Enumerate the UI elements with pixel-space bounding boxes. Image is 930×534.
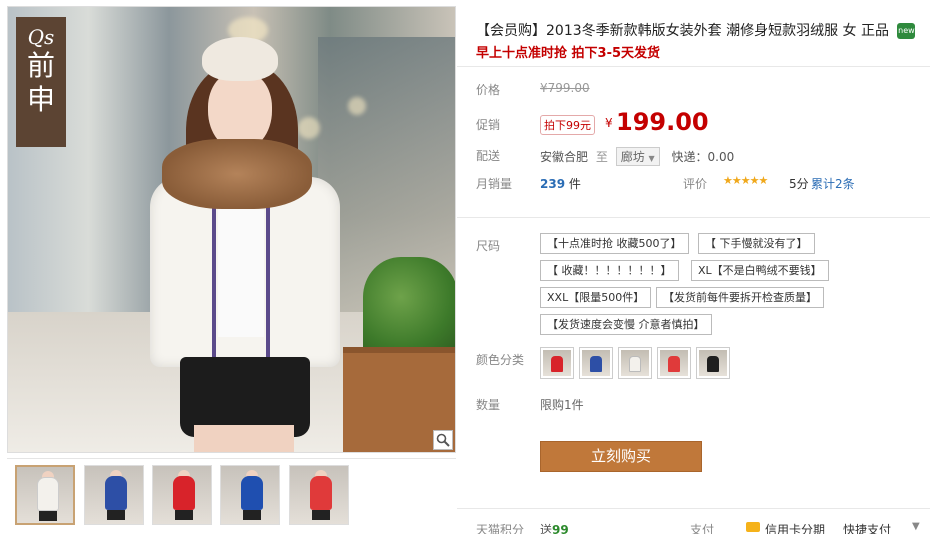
bokeh-light bbox=[348, 97, 366, 115]
shipping-fee: 快递：0.00 bbox=[671, 150, 735, 164]
main-product-image[interactable]: Qs 前申 bbox=[7, 6, 456, 453]
thumbnail-5[interactable] bbox=[289, 465, 349, 525]
size-option[interactable]: 【 收藏！！！！！！！】 bbox=[540, 260, 679, 281]
color-option[interactable] bbox=[696, 347, 730, 379]
rating-stars-icon: ★★★★★ bbox=[723, 174, 768, 187]
size-option[interactable]: XXL【限量500件】 bbox=[540, 287, 652, 308]
thumbnail-3[interactable] bbox=[152, 465, 212, 525]
plants bbox=[363, 257, 455, 357]
inner-top bbox=[218, 187, 264, 337]
size-label: 尺码 bbox=[476, 239, 501, 253]
quantity-limit: 限购1件 bbox=[540, 398, 584, 412]
magnifier-icon bbox=[436, 433, 450, 447]
sales-unit: 件 bbox=[568, 177, 581, 191]
price-label: 价格 bbox=[476, 83, 501, 97]
legs bbox=[194, 425, 294, 452]
credit-installment-link[interactable]: 信用卡分期 bbox=[765, 521, 825, 534]
divider bbox=[457, 508, 930, 509]
product-title-text: 【会员购】2013冬季新款韩版女装外套 潮修身短款羽绒服 女 正品 bbox=[476, 23, 889, 39]
product-title: 【会员购】2013冬季新款韩版女装外套 潮修身短款羽绒服 女 正品 new bbox=[476, 20, 926, 40]
monthly-sales-label: 月销量 bbox=[476, 177, 513, 191]
sale-price: 199.00 bbox=[616, 108, 709, 136]
promo-label: 促销 bbox=[476, 118, 501, 132]
review-count-link[interactable]: 累计2条 bbox=[811, 175, 855, 192]
points-label: 天猫积分 bbox=[476, 523, 525, 534]
size-option[interactable]: 【发货速度会变慢 介意者慎拍】 bbox=[540, 314, 712, 335]
thumbnail-strip bbox=[7, 458, 456, 534]
logo-text-chinese: 前申 bbox=[26, 49, 55, 116]
fur-collar bbox=[162, 139, 312, 209]
chevron-down-icon: ▼ bbox=[648, 154, 655, 163]
color-option[interactable] bbox=[618, 347, 652, 379]
size-option[interactable]: XL【不是白鸭绒不要钱】 bbox=[691, 260, 829, 281]
size-option[interactable]: 【发货前每件要拆开检查质量】 bbox=[656, 287, 824, 308]
thumbnail-4[interactable] bbox=[220, 465, 280, 525]
model-figure bbox=[138, 27, 348, 452]
original-price: ¥799.00 bbox=[540, 81, 590, 95]
shipping-origin: 安徽合肥 bbox=[540, 150, 589, 164]
payment-label: 支付 bbox=[690, 523, 715, 534]
size-option[interactable]: 【十点准时抢 收藏500了】 bbox=[540, 233, 689, 254]
shipping-to: 至 bbox=[595, 150, 608, 164]
points-text: 送 bbox=[540, 523, 553, 534]
beret-hat bbox=[202, 37, 278, 81]
rating-label: 评价 bbox=[683, 177, 708, 191]
color-label: 颜色分类 bbox=[476, 353, 525, 367]
thumbnail-1[interactable] bbox=[15, 465, 75, 525]
logo-text-latin: Qs bbox=[27, 25, 55, 49]
credit-card-icon bbox=[746, 522, 760, 532]
quick-pay-link[interactable]: 快捷支付 bbox=[843, 521, 891, 534]
chevron-down-icon[interactable]: ▼ bbox=[912, 521, 920, 532]
buy-now-button[interactable]: 立刻购买 bbox=[540, 441, 702, 472]
thumbnail-2[interactable] bbox=[84, 465, 144, 525]
color-option[interactable] bbox=[657, 347, 691, 379]
destination-value: 廊坊 bbox=[620, 150, 645, 164]
new-badge-icon: new bbox=[897, 23, 916, 39]
rating-score: 5分 bbox=[789, 177, 809, 191]
divider bbox=[457, 66, 930, 67]
shipping-label: 配送 bbox=[476, 149, 501, 163]
shipping-info: 安徽合肥 至 廊坊 ▼ 快递：0.00 bbox=[540, 147, 734, 166]
promo-tag: 拍下99元 bbox=[540, 115, 595, 135]
monthly-sales: 239 件 bbox=[540, 175, 581, 192]
sales-count: 239 bbox=[540, 177, 566, 191]
product-subtitle: 早上十点准时抢 拍下3-5天发货 bbox=[476, 46, 661, 61]
currency-symbol: ¥ bbox=[605, 116, 613, 130]
color-option[interactable] bbox=[540, 347, 574, 379]
brand-logo: Qs 前申 bbox=[16, 17, 66, 147]
divider bbox=[457, 217, 930, 218]
size-option[interactable]: 【 下手慢就没有了】 bbox=[698, 233, 815, 254]
points-info: 送99 bbox=[540, 521, 569, 534]
zoom-button[interactable] bbox=[433, 430, 453, 450]
quantity-label: 数量 bbox=[476, 398, 501, 412]
color-option[interactable] bbox=[579, 347, 613, 379]
destination-select[interactable]: 廊坊 ▼ bbox=[615, 147, 660, 166]
points-value: 99 bbox=[552, 523, 569, 534]
